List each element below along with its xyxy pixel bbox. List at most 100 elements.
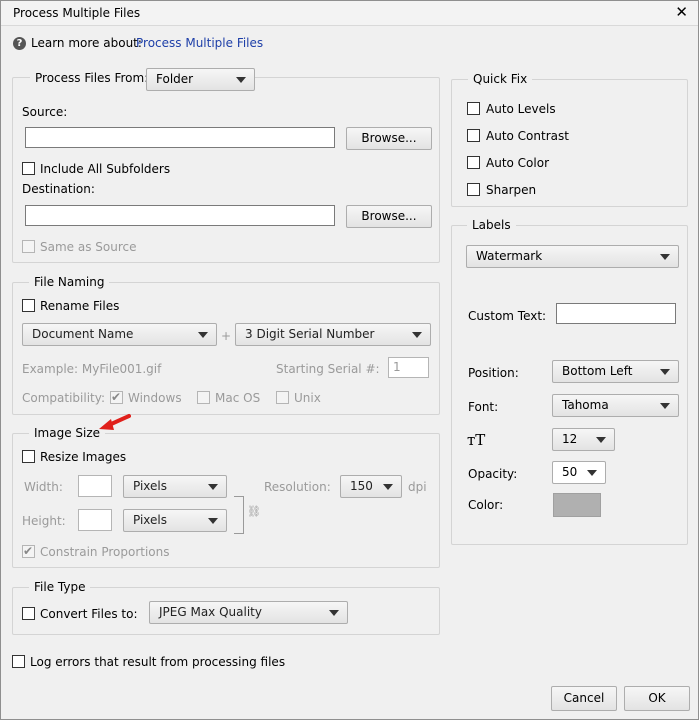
title-bar: Process Multiple Files ✕ [1, 1, 698, 26]
file-naming-title: File Naming [29, 275, 110, 289]
naming-example: Example: MyFile001.gif [22, 362, 162, 376]
quick-fix-title: Quick Fix [468, 72, 533, 86]
annotation-arrow-icon [99, 414, 131, 430]
font-value: Tahoma [562, 398, 609, 412]
color-swatch[interactable] [553, 493, 601, 517]
source-browse-button[interactable]: Browse... [346, 127, 432, 150]
label-type-dropdown[interactable]: Watermark [466, 245, 679, 268]
height-unit-dropdown[interactable]: Pixels [123, 509, 227, 532]
file-format-value: JPEG Max Quality [159, 605, 262, 619]
process-files-from-label: Process Files From: [30, 71, 154, 85]
ok-button[interactable]: OK [624, 686, 690, 711]
windows-checkbox[interactable]: ✔ [110, 390, 123, 404]
document-name-dropdown[interactable]: Document Name [22, 323, 217, 346]
position-label: Position: [468, 366, 519, 380]
serial-number-value: 3 Digit Serial Number [245, 327, 375, 341]
image-size-title: Image Size [29, 426, 106, 440]
source-label: Source: [22, 105, 68, 119]
font-size-icon: ᴛT [467, 431, 486, 449]
position-value: Bottom Left [562, 364, 633, 378]
close-icon[interactable]: ✕ [675, 3, 688, 21]
chevron-down-icon [596, 437, 606, 443]
auto-levels-checkbox[interactable] [467, 102, 480, 115]
auto-color-label: Auto Color [486, 156, 550, 170]
chevron-down-icon [587, 470, 597, 476]
auto-contrast-checkbox[interactable] [467, 129, 480, 142]
source-input[interactable] [25, 127, 335, 148]
process-from-dropdown[interactable]: Folder [146, 68, 255, 91]
rename-files-checkbox[interactable] [22, 299, 35, 312]
dpi-label: dpi [408, 480, 427, 494]
log-errors-checkbox[interactable] [12, 655, 25, 668]
macos-checkbox[interactable] [197, 391, 210, 404]
unix-label: Unix [294, 391, 321, 405]
labels-title: Labels [467, 218, 516, 232]
constrain-proportions-label: Constrain Proportions [40, 545, 170, 559]
height-label: Height: [22, 514, 66, 528]
opacity-dropdown[interactable]: 50 [552, 461, 606, 484]
constrain-proportions-checkbox[interactable]: ✔ [22, 544, 35, 558]
checkmark-icon: ✔ [111, 390, 122, 404]
width-input[interactable] [78, 475, 112, 497]
opacity-value: 50 [562, 465, 578, 479]
font-dropdown[interactable]: Tahoma [552, 394, 679, 417]
font-size-dropdown[interactable]: 12 [552, 428, 615, 451]
help-link[interactable]: Process Multiple Files [136, 36, 263, 50]
same-as-source-checkbox[interactable] [22, 240, 35, 253]
resolution-dropdown[interactable]: 150 [340, 475, 402, 498]
checkmark-icon: ✔ [23, 544, 34, 558]
chevron-down-icon [198, 332, 208, 338]
windows-label: Windows [128, 391, 182, 405]
auto-levels-label: Auto Levels [486, 102, 556, 116]
chevron-down-icon [208, 484, 218, 490]
document-name-value: Document Name [32, 327, 134, 341]
starting-serial-input[interactable]: 1 [388, 357, 429, 378]
width-unit-value: Pixels [133, 479, 168, 493]
custom-text-label: Custom Text: [468, 309, 547, 323]
chevron-down-icon [236, 77, 246, 83]
include-subfolders-checkbox[interactable] [22, 162, 35, 175]
plus-sign: + [221, 329, 232, 343]
resize-images-checkbox[interactable] [22, 450, 35, 463]
width-label: Width: [24, 480, 63, 494]
chevron-down-icon [383, 484, 393, 490]
compatibility-label: Compatibility: [22, 391, 106, 405]
log-errors-label: Log errors that result from processing f… [30, 655, 286, 669]
custom-text-input[interactable] [556, 303, 676, 324]
opacity-label: Opacity: [468, 467, 518, 481]
sharpen-checkbox[interactable] [467, 183, 480, 196]
convert-files-label: Convert Files to: [40, 607, 138, 621]
file-format-dropdown[interactable]: JPEG Max Quality [149, 601, 348, 624]
file-type-title: File Type [29, 580, 91, 594]
destination-input[interactable] [25, 205, 335, 226]
starting-serial-label: Starting Serial #: [276, 362, 380, 376]
serial-number-dropdown[interactable]: 3 Digit Serial Number [235, 323, 431, 346]
help-prefix: Learn more about: [31, 36, 142, 50]
cancel-button[interactable]: Cancel [551, 686, 617, 711]
chevron-down-icon [660, 403, 670, 409]
unix-checkbox[interactable] [276, 391, 289, 404]
window-title: Process Multiple Files [13, 6, 141, 20]
resize-images-label: Resize Images [40, 450, 127, 464]
color-label: Color: [468, 498, 504, 512]
chevron-down-icon [660, 254, 670, 260]
process-multiple-files-dialog: Process Multiple Files ✕ ? Learn more ab… [0, 0, 699, 720]
height-unit-value: Pixels [133, 513, 168, 527]
same-as-source-label: Same as Source [40, 240, 137, 254]
macos-label: Mac OS [215, 391, 261, 405]
resolution-label: Resolution: [264, 480, 331, 494]
include-subfolders-label: Include All Subfolders [40, 162, 171, 176]
chevron-down-icon [660, 369, 670, 375]
position-dropdown[interactable]: Bottom Left [552, 360, 679, 383]
destination-browse-button[interactable]: Browse... [346, 205, 432, 228]
height-input[interactable] [78, 509, 112, 531]
chevron-down-icon [208, 518, 218, 524]
help-icon: ? [13, 37, 26, 50]
chevron-down-icon [329, 610, 339, 616]
font-size-value: 12 [562, 432, 578, 446]
width-unit-dropdown[interactable]: Pixels [123, 475, 227, 498]
convert-files-checkbox[interactable] [22, 607, 35, 620]
process-from-value: Folder [156, 72, 194, 86]
auto-color-checkbox[interactable] [467, 156, 480, 169]
proportion-bracket [234, 496, 244, 534]
